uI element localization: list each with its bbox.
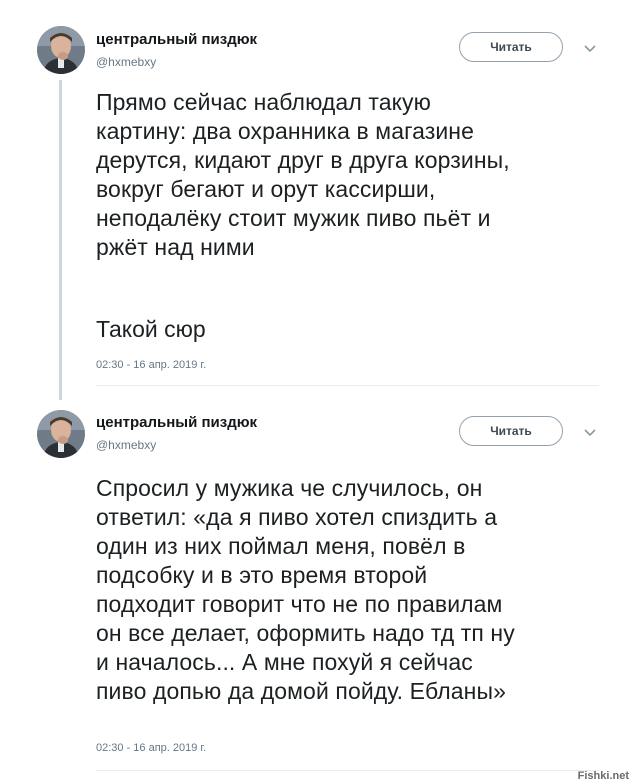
tweet-timestamp[interactable]: 02:30 - 16 апр. 2019 г. xyxy=(96,742,206,754)
follow-button[interactable]: Читать xyxy=(459,416,563,446)
avatar[interactable] xyxy=(37,410,85,458)
tweet-text-line: ответил: «да я пиво хотел спиздить а xyxy=(96,504,498,530)
tweet-text-line: Спросил у мужика че случилось, он xyxy=(96,475,483,501)
tweet-text-line: подходит говорит что не по правилам xyxy=(96,591,503,617)
follow-button[interactable]: Читать xyxy=(459,32,563,62)
author-name[interactable]: центральный пиздюк xyxy=(96,414,257,431)
author-handle[interactable]: @hxmebxy xyxy=(96,55,156,69)
tweet-text-line: ржёт над ними xyxy=(96,234,255,260)
tweet-text-line: картину: два охранника в магазине xyxy=(96,118,475,144)
tweet-text-line: Такой сюр xyxy=(96,316,206,342)
tweet-timestamp[interactable]: 02:30 - 16 апр. 2019 г. xyxy=(96,359,206,371)
tweet-divider xyxy=(96,385,599,386)
chevron-down-icon[interactable] xyxy=(582,425,598,441)
tweet-text: Прямо сейчас наблюдал такую картину: два… xyxy=(96,88,616,262)
thread-connector-line xyxy=(59,80,62,400)
author-handle[interactable]: @hxmebxy xyxy=(96,438,156,452)
tweet-text-line: Прямо сейчас наблюдал такую xyxy=(96,89,431,115)
tweet-text-line: дерутся, кидают друг в друга корзины, xyxy=(96,147,510,173)
tweet-text-line: неподалёку стоит мужик пиво пьёт и xyxy=(96,205,491,231)
tweet-text-line: один из них поймал меня, повёл в xyxy=(96,533,466,559)
avatar-photo-icon xyxy=(37,410,85,458)
tweet-text-line: он все делает, оформить надо тд тп ну xyxy=(96,620,515,646)
author-name[interactable]: центральный пиздюк xyxy=(96,31,257,48)
tweet-text-line: и началось... А мне похуй я сейчас xyxy=(96,649,473,675)
watermark: Fishki.net xyxy=(577,770,629,782)
tweet-text-line: подсобку и в это время второй xyxy=(96,562,428,588)
chevron-down-icon[interactable] xyxy=(582,41,598,57)
tweet-text: Спросил у мужика че случилось, он ответи… xyxy=(96,474,616,706)
tweet-text-line: пиво допью да домой пойду. Ебланы» xyxy=(96,678,506,704)
tweet-divider xyxy=(96,770,599,771)
tweet-text-line: вокруг бегают и орут кассирши, xyxy=(96,176,436,202)
avatar[interactable] xyxy=(37,26,85,74)
avatar-photo-icon xyxy=(37,26,85,74)
